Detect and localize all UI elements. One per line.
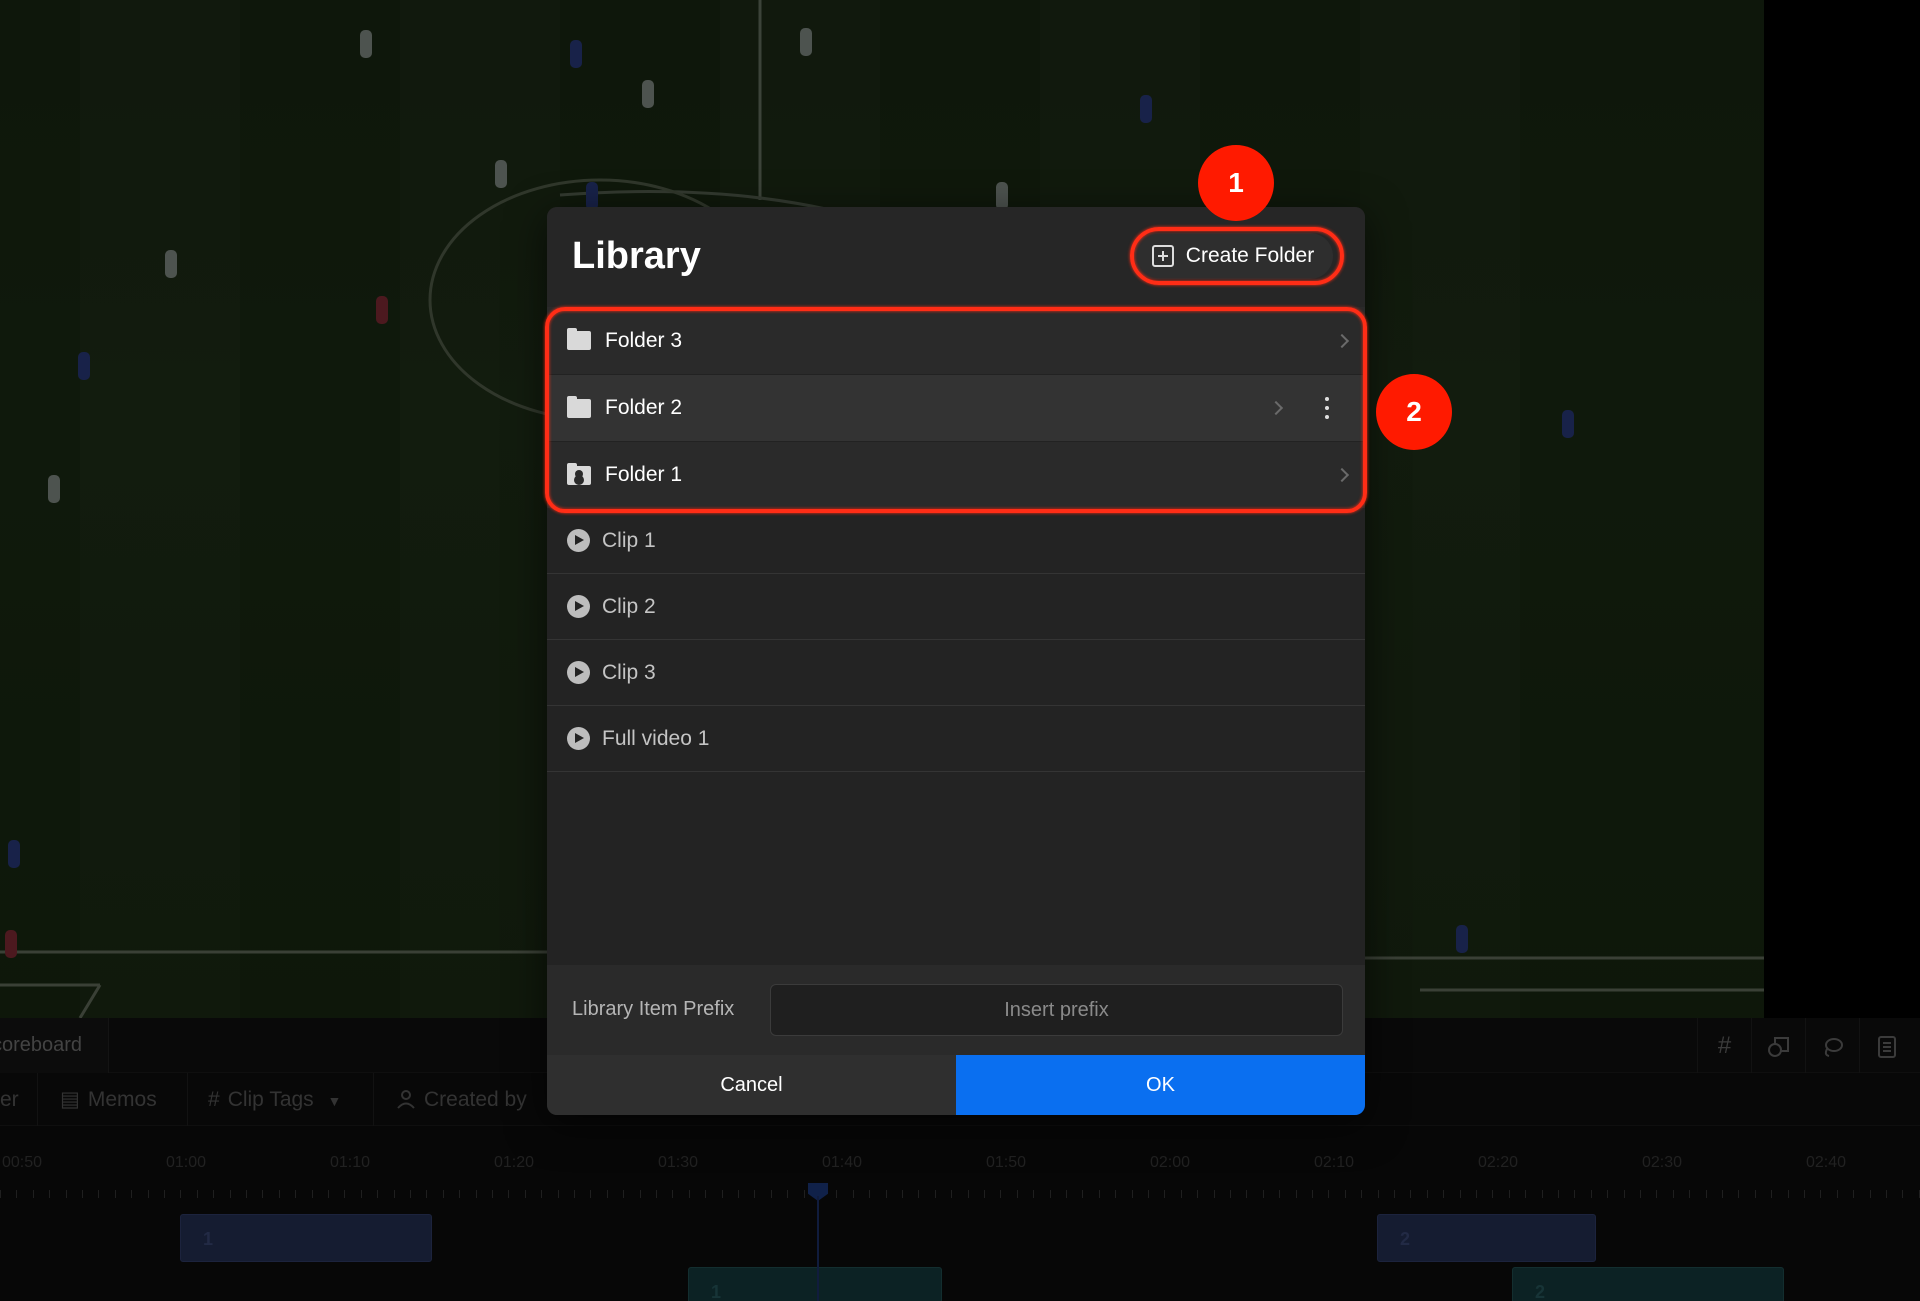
dialog-title: Library <box>572 235 701 277</box>
list-item-full-video-1[interactable]: Full video 1 <box>547 706 1365 772</box>
annotation-badge-1: 1 <box>1198 145 1274 221</box>
play-icon <box>567 661 590 684</box>
play-icon <box>567 595 590 618</box>
prefix-bar: Library Item Prefix <box>547 965 1365 1055</box>
play-icon <box>567 727 590 750</box>
clip-label: Clip 1 <box>602 528 656 552</box>
prefix-label: Library Item Prefix <box>572 998 735 1020</box>
highlight-create-folder <box>1130 227 1344 285</box>
clip-label: Clip 2 <box>602 594 656 618</box>
list-item-clip-3[interactable]: Clip 3 <box>547 640 1365 706</box>
list-item-clip-1[interactable]: Clip 1 <box>547 508 1365 574</box>
annotation-badge-2: 2 <box>1376 374 1452 450</box>
highlight-folders <box>545 307 1367 513</box>
list-item-clip-2[interactable]: Clip 2 <box>547 574 1365 640</box>
ok-button[interactable]: OK <box>956 1055 1365 1115</box>
play-icon <box>567 529 590 552</box>
clip-label: Full video 1 <box>602 726 710 750</box>
cancel-button[interactable]: Cancel <box>547 1055 956 1115</box>
clip-label: Clip 3 <box>602 660 656 684</box>
prefix-input[interactable] <box>770 984 1343 1036</box>
